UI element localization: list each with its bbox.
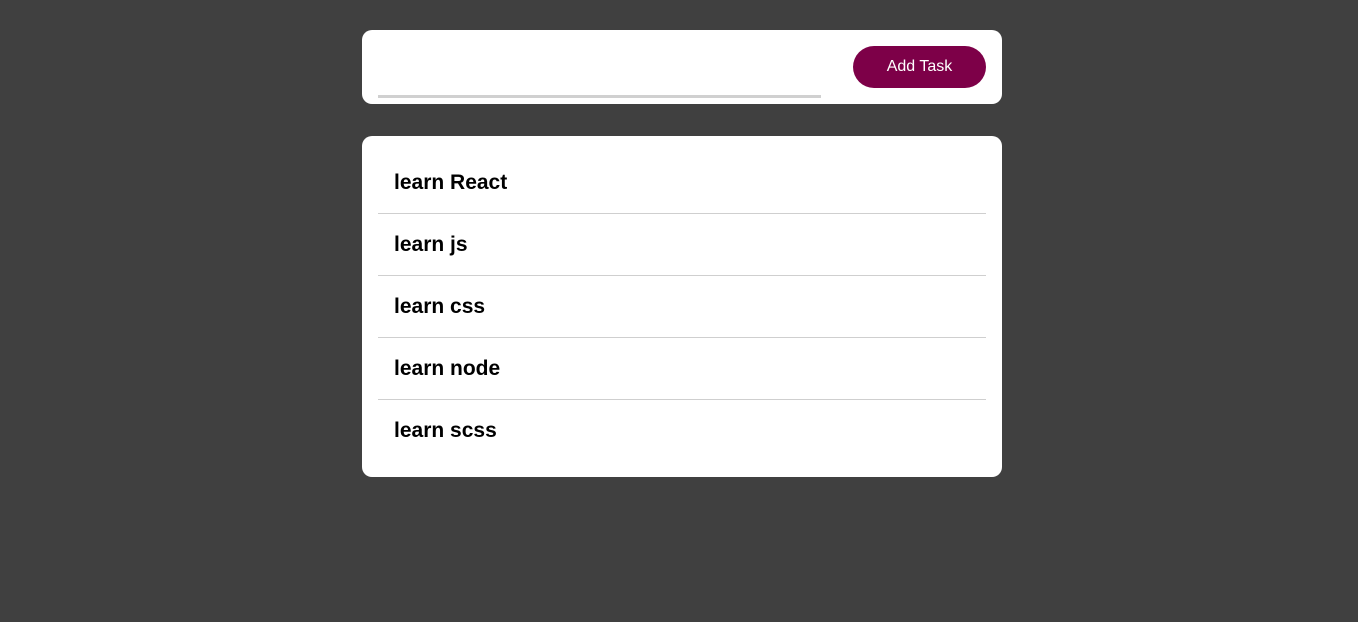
task-label: learn node bbox=[394, 356, 501, 380]
task-label: learn css bbox=[394, 294, 486, 318]
add-task-form: Add Task bbox=[362, 30, 1002, 104]
task-item[interactable]: learn css bbox=[378, 276, 986, 338]
task-list-card: learn React learn js learn css learn nod… bbox=[362, 136, 1002, 477]
task-item[interactable]: learn node bbox=[378, 338, 986, 400]
task-label: learn scss bbox=[394, 419, 497, 442]
task-input[interactable] bbox=[378, 74, 821, 98]
task-list: learn React learn js learn css learn nod… bbox=[378, 152, 986, 462]
task-label: learn js bbox=[394, 232, 468, 256]
add-task-button[interactable]: Add Task bbox=[853, 46, 986, 88]
app-page: Add Task learn React learn js learn css … bbox=[0, 0, 1358, 622]
task-item[interactable]: learn React bbox=[378, 152, 986, 214]
task-item[interactable]: learn js bbox=[378, 214, 986, 276]
task-label: learn React bbox=[394, 170, 508, 194]
task-item[interactable]: learn scss bbox=[378, 400, 986, 462]
